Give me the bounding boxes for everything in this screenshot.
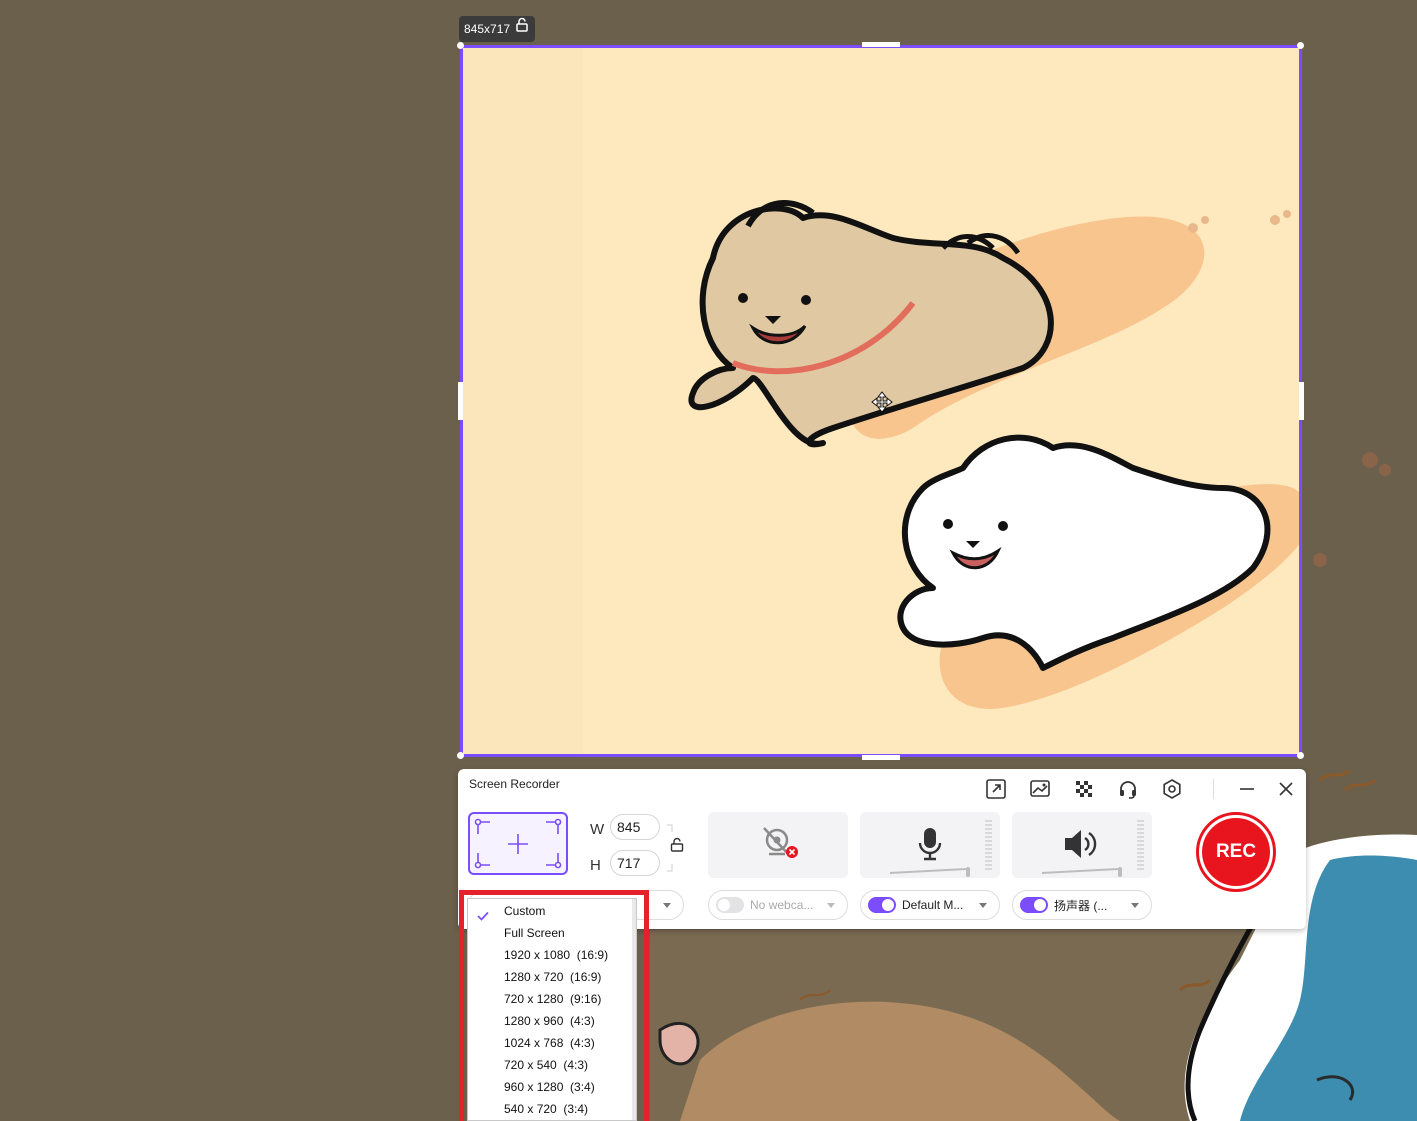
preset-item-1920x1080[interactable]: 1920 x 1080 (16:9) (468, 944, 628, 966)
microphone-card[interactable] (860, 812, 1000, 878)
settings-icon[interactable] (1160, 777, 1184, 801)
chevron-down-icon (663, 903, 671, 908)
height-input[interactable]: 717 (610, 850, 660, 876)
speaker-label: 扬声器 (... (1054, 898, 1108, 913)
webcam-card[interactable] (708, 812, 848, 878)
microphone-toggle[interactable] (868, 897, 896, 913)
preset-item-label: 540 x 720 (3:4) (504, 1102, 589, 1116)
resize-handle-bottom-left[interactable] (457, 752, 464, 759)
webcam-off-icon (763, 827, 798, 858)
resize-handle-left[interactable] (458, 382, 463, 420)
lock-bracket (667, 824, 673, 872)
capture-size-label: 845x717 (464, 22, 511, 36)
resize-handle-top-right[interactable] (1297, 42, 1304, 49)
checkerboard-icon[interactable] (1072, 777, 1096, 801)
dropdown-scrollbar[interactable] (632, 899, 636, 1120)
speaker-select[interactable]: 扬声器 (... (1012, 890, 1152, 920)
preset-item-1024x768[interactable]: 1024 x 768 (4:3) (468, 1032, 628, 1054)
microphone-label: Default M... (902, 898, 964, 912)
select-region-button[interactable] (468, 812, 568, 875)
webcam-label: No webca... (750, 898, 814, 912)
screenshot-edit-icon[interactable] (1028, 777, 1052, 801)
preset-item-label: Full Screen (504, 926, 565, 940)
preset-item-label: 1920 x 1080 (16:9) (504, 948, 609, 962)
preset-item-720x1280[interactable]: 720 x 1280 (9:16) (468, 988, 628, 1010)
preset-item-label: 1280 x 720 (16:9) (504, 970, 602, 984)
resize-handle-right[interactable] (1299, 382, 1304, 420)
unlock-icon[interactable] (514, 16, 530, 42)
preset-item-1280x960[interactable]: 1280 x 960 (4:3) (468, 1010, 628, 1032)
crop-region-icon (474, 818, 562, 869)
captured-image-dogs (463, 48, 1299, 754)
preset-item-960x1280[interactable]: 960 x 1280 (3:4) (468, 1076, 628, 1098)
speaker-icon (1065, 830, 1097, 858)
panel-title: Screen Recorder (469, 777, 560, 791)
speaker-card[interactable] (1012, 812, 1152, 878)
resize-handle-top-left[interactable] (457, 42, 464, 49)
resize-handle-bottom-right[interactable] (1297, 752, 1304, 759)
headset-icon[interactable] (1116, 777, 1140, 801)
preset-item-label: 720 x 540 (4:3) (504, 1058, 589, 1072)
mic-volume-slider[interactable] (890, 868, 966, 874)
preset-item-label: 1024 x 768 (4:3) (504, 1036, 595, 1050)
external-window-icon[interactable] (984, 777, 1008, 801)
close-icon[interactable] (1274, 777, 1298, 801)
webcam-toggle[interactable] (716, 897, 744, 913)
chevron-down-icon (979, 903, 987, 908)
speaker-toggle[interactable] (1020, 897, 1048, 913)
rec-label: REC (1202, 818, 1270, 886)
microphone-select[interactable]: Default M... (860, 890, 1000, 920)
toolbar-separator (1213, 779, 1214, 799)
preset-item-label: Custom (504, 904, 546, 918)
preset-item-label: 1280 x 960 (4:3) (504, 1014, 595, 1028)
preset-item-label: 960 x 1280 (3:4) (504, 1080, 595, 1094)
preset-item-540x720[interactable]: 540 x 720 (3:4) (468, 1098, 628, 1120)
microphone-icon (918, 828, 942, 861)
speaker-volume-slider[interactable] (1042, 868, 1118, 874)
mic-level-meter (985, 820, 992, 870)
mic-volume-knob[interactable] (966, 867, 970, 877)
rec-button[interactable]: REC (1196, 812, 1276, 892)
preset-item-1280x720[interactable]: 1280 x 720 (16:9) (468, 966, 628, 988)
webcam-select[interactable]: No webca... (708, 890, 848, 920)
size-preset-dropdown: Custom Full Screen 1920 x 1080 (16:9) 12… (467, 898, 637, 1121)
capture-size-badge: 845x717 (459, 16, 535, 42)
speaker-volume-knob[interactable] (1118, 867, 1122, 877)
resize-handle-top[interactable] (862, 42, 900, 47)
width-input[interactable]: 845 (610, 814, 660, 840)
preset-item-label: 720 x 1280 (9:16) (504, 992, 602, 1006)
resize-handle-bottom[interactable] (862, 755, 900, 760)
width-label: W (590, 821, 605, 838)
speaker-level-meter (1137, 820, 1144, 870)
preset-item-720x540[interactable]: 720 x 540 (4:3) (468, 1054, 628, 1076)
preset-item-full-screen[interactable]: Full Screen (468, 922, 628, 944)
chevron-down-icon (1131, 903, 1139, 908)
preset-item-custom[interactable]: Custom (468, 900, 628, 922)
chevron-down-icon (827, 903, 835, 908)
height-label: H (590, 857, 601, 874)
minimize-icon[interactable] (1235, 777, 1259, 801)
capture-region[interactable] (460, 45, 1302, 757)
